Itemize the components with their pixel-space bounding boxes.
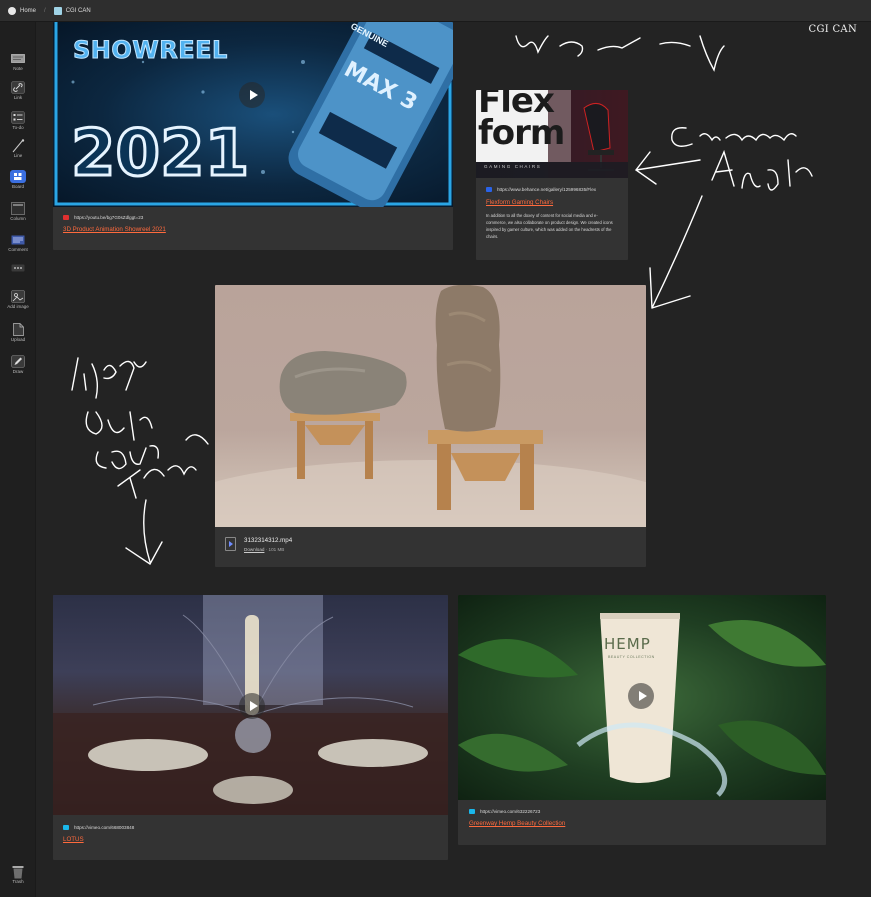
video-thumbnail[interactable]	[215, 285, 646, 527]
flexform-url: https://www.behance.net/gallery/12599683…	[497, 187, 597, 192]
upload-icon	[10, 323, 26, 336]
draw-icon	[10, 355, 26, 368]
video-file-size: 101 MB	[268, 547, 285, 552]
ink-left-note	[71, 357, 209, 499]
play-button[interactable]	[239, 82, 265, 108]
download-link[interactable]: Download	[244, 547, 264, 552]
ink-arrow-to-flexform	[634, 151, 701, 185]
hemp-sub: BEAUTY COLLECTION	[608, 655, 655, 659]
card-flexform[interactable]: Flex form GAMING CHAIRS https://www.beha…	[476, 90, 628, 260]
card-showreel[interactable]: MAX 3 GENUINE SHOWREEL 2021 https://yout…	[53, 22, 453, 250]
flexform-thumbnail[interactable]: Flex form GAMING CHAIRS	[476, 90, 628, 178]
breadcrumb-board[interactable]: CGI CAN	[53, 6, 91, 15]
hemp-url: https://vimeo.com/632226723	[480, 809, 541, 814]
breadcrumb-board-label: CGI CAN	[65, 7, 91, 14]
showreel-year: 2021	[69, 117, 250, 191]
more-icon	[10, 261, 26, 274]
add-image-icon	[10, 290, 26, 303]
card-hemp[interactable]: HEMP BEAUTY COLLECTION https://vimeo.com…	[458, 595, 826, 845]
tool-column[interactable]: Column	[0, 202, 36, 221]
ink-angle-text	[711, 149, 813, 191]
home-logo-icon	[8, 6, 16, 15]
card-lotus[interactable]: https://vimeo.com/668003848 LOTUS	[53, 595, 448, 860]
tool-note-label: Note	[13, 66, 23, 71]
tool-add-image[interactable]: Add image	[0, 290, 36, 309]
flexform-subtitle: GAMING CHAIRS	[484, 164, 542, 169]
video-file-icon	[225, 537, 236, 551]
tool-upload[interactable]: Upload	[0, 323, 36, 342]
todo-icon	[10, 111, 26, 124]
tool-link-label: Link	[13, 95, 23, 100]
lotus-url: https://vimeo.com/668003848	[74, 825, 135, 830]
lotus-link-title[interactable]: LOTUS	[63, 836, 438, 843]
line-icon	[10, 138, 26, 152]
play-button[interactable]	[628, 683, 654, 709]
link-icon	[10, 81, 26, 94]
hemp-link-title[interactable]: Greenway Hemp Beauty Collection	[469, 820, 815, 827]
ink-top-scribble	[515, 35, 725, 72]
comment-icon	[10, 233, 26, 246]
showreel-caption: https://youtu.be/bg7G0sZdlggt=23 3D Prod…	[53, 207, 453, 241]
top-bar: Home / CGI CAN	[0, 0, 871, 22]
tool-upload-label: Upload	[10, 337, 26, 342]
breadcrumb-home-label: Home	[20, 7, 37, 14]
hemp-url-line[interactable]: https://vimeo.com/632226723	[469, 809, 815, 814]
tool-trash[interactable]: Trash	[0, 865, 36, 884]
tool-comment-label: Comment	[8, 247, 28, 252]
ink-left-arrow	[125, 499, 163, 566]
tool-more[interactable]	[0, 261, 36, 274]
play-button[interactable]	[239, 693, 265, 719]
column-icon	[10, 202, 26, 215]
note-icon	[10, 52, 26, 65]
video-file-meta: Download · 101 MB	[244, 547, 285, 552]
tool-line-label: Line	[13, 153, 23, 158]
lotus-thumbnail[interactable]	[53, 595, 448, 815]
trash-icon	[10, 865, 26, 878]
showreel-url: https://youtu.be/bg7G0sZdlggt=23	[74, 215, 144, 220]
flexform-caption: https://www.behance.net/gallery/12599683…	[476, 178, 628, 249]
showreel-url-line[interactable]: https://youtu.be/bg7G0sZdlggt=23	[63, 215, 443, 220]
vimeo-icon	[469, 809, 475, 814]
showreel-heading: SHOWREEL	[73, 36, 228, 65]
tool-line[interactable]: Line	[0, 138, 36, 158]
tool-todo-label: To-do	[12, 125, 24, 130]
tool-board[interactable]: Board	[0, 170, 36, 189]
flexform-description: In addition to all the doxey of content …	[486, 213, 613, 239]
stones-artwork	[215, 285, 646, 527]
tool-link[interactable]: Link	[0, 81, 36, 100]
youtube-icon	[63, 215, 69, 220]
board-color-icon	[53, 6, 62, 15]
tool-draw-label: Draw	[12, 369, 24, 374]
video-filename: 3132314312.mp4	[244, 537, 293, 544]
hemp-thumbnail[interactable]: HEMP BEAUTY COLLECTION	[458, 595, 826, 800]
flexform-url-line[interactable]: https://www.behance.net/gallery/12599683…	[486, 187, 618, 192]
breadcrumb-separator: /	[44, 7, 46, 14]
vimeo-icon	[63, 825, 69, 830]
card-video-file[interactable]: 3132314312.mp4 Download · 101 MB	[215, 285, 646, 567]
tool-comment[interactable]: Comment	[0, 233, 36, 252]
tool-draw[interactable]: Draw	[0, 355, 36, 374]
lotus-url-line[interactable]: https://vimeo.com/668003848	[63, 825, 438, 830]
hemp-caption: https://vimeo.com/632226723 Greenway Hem…	[458, 800, 826, 836]
ink-arrow-to-stones	[649, 195, 703, 309]
tool-board-label: Board	[11, 184, 24, 189]
showreel-thumbnail[interactable]: MAX 3 GENUINE SHOWREEL 2021	[53, 22, 453, 207]
breadcrumb-home[interactable]: Home	[8, 6, 37, 15]
tool-sidebar: Note Link To-do Line Board Column Commen…	[0, 22, 36, 897]
ink-camera-text	[671, 127, 797, 147]
video-file-info: 3132314312.mp4 Download · 101 MB	[215, 527, 646, 562]
behance-icon	[486, 187, 492, 192]
lotus-caption: https://vimeo.com/668003848 LOTUS	[53, 815, 448, 853]
tool-todo[interactable]: To-do	[0, 111, 36, 130]
board-title: CGI CAN	[808, 24, 857, 35]
tool-column-label: Column	[10, 216, 26, 221]
showreel-link-title[interactable]: 3D Product Animation Showreel 2021	[63, 226, 443, 233]
tool-add-image-label: Add image	[7, 304, 29, 309]
flexform-word-2: form	[478, 113, 565, 153]
hemp-brand: HEMP	[604, 635, 651, 653]
tool-trash-label: Trash	[12, 879, 24, 884]
flexform-link-title[interactable]: Flexform Gaming Chairs	[486, 199, 618, 206]
tool-note[interactable]: Note	[0, 52, 36, 71]
board-icon	[10, 170, 26, 183]
